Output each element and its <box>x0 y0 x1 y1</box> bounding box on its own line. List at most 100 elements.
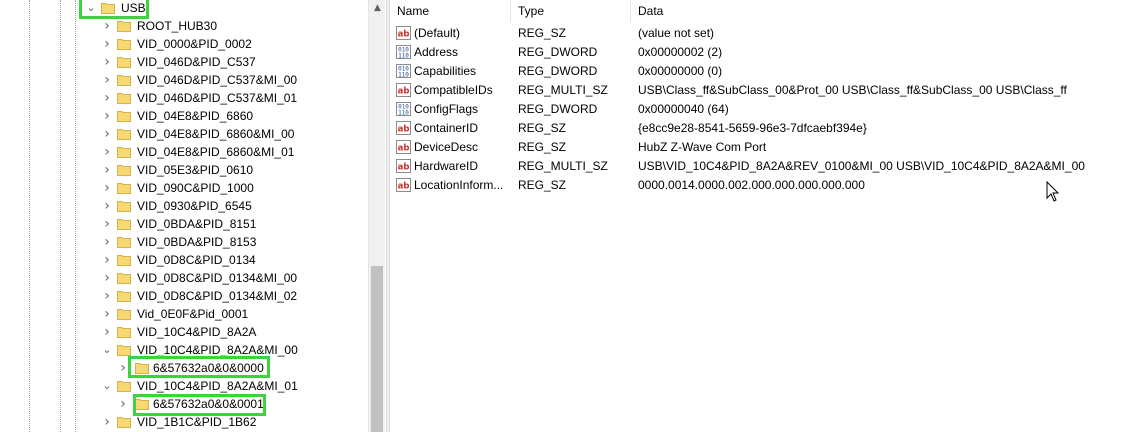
chevron-right-icon[interactable]: › <box>117 395 129 413</box>
chevron-right-icon[interactable]: › <box>101 17 113 35</box>
value-row[interactable]: ab CompatibleIDs REG_MULTI_SZ USB\Class_ff&… <box>390 81 1129 100</box>
tree-item[interactable]: › VID_04E8&PID_6860 <box>0 107 368 125</box>
value-type: REG_DWORD <box>518 64 598 78</box>
tree-item[interactable]: › VID_0D8C&PID_0134&MI_00 <box>0 269 368 287</box>
tree-item[interactable]: › VID_04E8&PID_6860&MI_00 <box>0 125 368 143</box>
tree-item[interactable]: › VID_0D8C&PID_0134 <box>0 251 368 269</box>
tree-item-label: VID_090C&PID_1000 <box>137 181 254 195</box>
folder-icon <box>117 181 131 195</box>
value-row[interactable]: 010 110 ConfigFlags REG_DWORD 0x00000040 (64… <box>390 100 1129 119</box>
value-data: 0000.0014.0000.002.000.000.000.000.000 <box>638 178 865 192</box>
value-row[interactable]: ab LocationInform... REG_SZ 0000.0014.0000.… <box>390 176 1129 195</box>
value-type: REG_MULTI_SZ <box>518 159 608 173</box>
scroll-up-arrow-icon[interactable]: ▲ <box>369 0 386 17</box>
tree-item-label: VID_04E8&PID_6860&MI_01 <box>137 145 295 159</box>
column-header-type[interactable]: Type <box>511 0 631 22</box>
chevron-right-icon[interactable]: › <box>101 107 113 125</box>
tree-item-label: VID_05E3&PID_0610 <box>137 163 254 177</box>
value-row[interactable]: ab ContainerID REG_SZ {e8cc9e28-8541-5659-9… <box>390 119 1129 138</box>
mouse-pointer-icon <box>1046 181 1060 202</box>
vertical-scrollbar[interactable]: ▲ <box>368 0 385 432</box>
svg-text:ab: ab <box>398 144 410 154</box>
column-header-name[interactable]: Name <box>390 0 511 22</box>
chevron-right-icon[interactable]: › <box>101 251 113 269</box>
tree-item[interactable]: › VID_046D&PID_C537 <box>0 53 368 71</box>
value-data: USB\Class_ff&SubClass_00&Prot_00 USB\Cla… <box>638 83 1067 97</box>
folder-icon <box>117 307 131 321</box>
tree-pane[interactable]: ⌄ USB › ROOT_HUB30 › VID_0000&PID_0002 › VID_… <box>0 0 386 432</box>
folder-icon <box>117 127 131 141</box>
chevron-down-icon[interactable]: ⌄ <box>101 341 113 359</box>
folder-icon <box>117 37 131 51</box>
svg-text:110: 110 <box>398 53 409 60</box>
value-row[interactable]: ab DeviceDesc REG_SZ HubZ Z-Wave Com Port <box>390 138 1129 157</box>
svg-text:ab: ab <box>398 182 410 192</box>
value-type: REG_SZ <box>518 121 567 135</box>
chevron-right-icon[interactable]: › <box>101 161 113 179</box>
string-value-icon: ab <box>396 159 411 173</box>
chevron-right-icon[interactable]: › <box>101 305 113 323</box>
folder-icon <box>117 325 131 339</box>
tree-item-label: VID_10C4&PID_8A2A&MI_01 <box>137 379 298 393</box>
tree-item[interactable]: › VID_05E3&PID_0610 <box>0 161 368 179</box>
tree-item[interactable]: ⌄ VID_10C4&PID_8A2A&MI_01 <box>0 377 368 395</box>
folder-icon <box>117 73 131 87</box>
value-name: LocationInform... <box>414 178 504 192</box>
tree-item[interactable]: › VID_04E8&PID_6860&MI_01 <box>0 143 368 161</box>
value-row[interactable]: ab HardwareID REG_MULTI_SZ USB\VID_10C4&PID… <box>390 157 1129 176</box>
chevron-right-icon[interactable]: › <box>101 215 113 233</box>
value-type: REG_SZ <box>518 178 567 192</box>
value-row[interactable]: ab (Default) REG_SZ (value not set) <box>390 24 1129 43</box>
tree-item-label: ROOT_HUB30 <box>137 19 218 33</box>
folder-icon <box>117 379 131 393</box>
chevron-right-icon[interactable]: › <box>101 179 113 197</box>
value-data: 0x00000040 (64) <box>638 102 729 116</box>
tree-item[interactable]: › VID_090C&PID_1000 <box>0 179 368 197</box>
tree-item-label: VID_0D8C&PID_0134&MI_02 <box>137 289 298 303</box>
registry-editor-window: ⌄ USB › ROOT_HUB30 › VID_0000&PID_0002 › VID_… <box>0 0 1129 432</box>
column-header-data[interactable]: Data <box>631 0 1129 22</box>
value-type: REG_MULTI_SZ <box>518 83 608 97</box>
chevron-right-icon[interactable]: › <box>101 287 113 305</box>
tree-item-label: VID_0BDA&PID_8153 <box>137 235 257 249</box>
value-name: DeviceDesc <box>414 140 479 154</box>
tree-item[interactable]: › VID_046D&PID_C537&MI_00 <box>0 71 368 89</box>
folder-icon <box>117 163 131 177</box>
tree-item[interactable]: › VID_10C4&PID_8A2A <box>0 323 368 341</box>
chevron-right-icon[interactable]: › <box>101 143 113 161</box>
folder-icon <box>117 199 131 213</box>
chevron-right-icon[interactable]: › <box>101 197 113 215</box>
chevron-right-icon[interactable]: › <box>101 125 113 143</box>
value-row[interactable]: 010 110 Capabilities REG_DWORD 0x00000000 (0… <box>390 62 1129 81</box>
value-name: ContainerID <box>414 121 479 135</box>
tree-item[interactable]: › VID_0000&PID_0002 <box>0 35 368 53</box>
chevron-right-icon[interactable]: › <box>101 269 113 287</box>
chevron-right-icon[interactable]: › <box>101 413 113 431</box>
tree-item[interactable]: › VID_0BDA&PID_8153 <box>0 233 368 251</box>
chevron-right-icon[interactable]: › <box>101 323 113 341</box>
tree-item[interactable]: › VID_0BDA&PID_8151 <box>0 215 368 233</box>
chevron-right-icon[interactable]: › <box>101 233 113 251</box>
value-row[interactable]: 010 110 Address REG_DWORD 0x00000002 (2) <box>390 43 1129 62</box>
tree-item[interactable]: › VID_046D&PID_C537&MI_01 <box>0 89 368 107</box>
string-value-icon: ab <box>396 178 411 192</box>
tree-item[interactable]: › Vid_0E0F&Pid_0001 <box>0 305 368 323</box>
folder-icon <box>117 19 131 33</box>
tree-item[interactable]: › VID_0D8C&PID_0134&MI_02 <box>0 287 368 305</box>
chevron-right-icon[interactable]: › <box>101 89 113 107</box>
value-data: {e8cc9e28-8541-5659-96e3-7dfcaebf394e} <box>638 121 867 135</box>
chevron-right-icon[interactable]: › <box>101 71 113 89</box>
tree-item[interactable]: › VID_0930&PID_6545 <box>0 197 368 215</box>
scrollbar-thumb[interactable] <box>371 266 383 432</box>
tree-item[interactable]: › ROOT_HUB30 <box>0 17 368 35</box>
tree-item-label: VID_04E8&PID_6860&MI_00 <box>137 127 295 141</box>
chevron-right-icon[interactable]: › <box>101 53 113 71</box>
folder-icon <box>117 109 131 123</box>
binary-value-icon: 010 110 <box>396 45 411 59</box>
chevron-right-icon[interactable]: › <box>101 35 113 53</box>
svg-text:ab: ab <box>398 163 410 173</box>
svg-text:ab: ab <box>398 87 410 97</box>
chevron-down-icon[interactable]: ⌄ <box>101 377 113 395</box>
tree-item-usb[interactable]: ⌄ USB <box>0 0 368 17</box>
highlight-box-instance-0001 <box>133 394 266 416</box>
